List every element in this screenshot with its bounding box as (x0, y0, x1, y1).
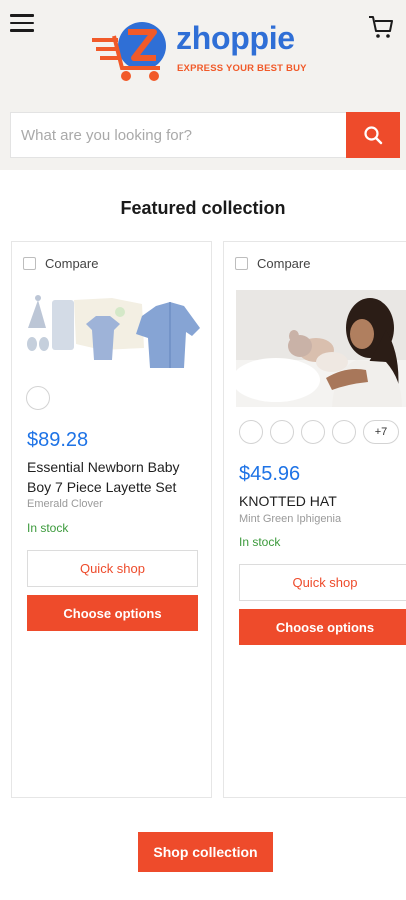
product-card: Compare $89.28 Essential Newborn Baby Bo… (11, 241, 212, 798)
product-vendor: Mint Green Iphigenia (239, 513, 342, 525)
shop-collection-button[interactable]: Shop collection (138, 832, 273, 872)
choose-options-button[interactable]: Choose options (239, 609, 406, 645)
product-image[interactable] (24, 288, 202, 378)
section-title: Featured collection (120, 198, 286, 218)
color-swatch[interactable] (26, 386, 50, 410)
logo-wordmark: zhoppie (176, 20, 295, 56)
more-swatches-button[interactable]: +7 (363, 420, 399, 444)
cart-icon[interactable] (368, 14, 394, 40)
search-button[interactable] (346, 112, 400, 158)
color-swatch[interactable] (270, 420, 294, 444)
compare-checkbox[interactable]: Compare (23, 256, 98, 271)
compare-label: Compare (45, 256, 99, 271)
product-image[interactable] (236, 290, 406, 407)
checkbox-icon[interactable] (23, 257, 36, 270)
search-bar (10, 112, 400, 158)
product-price: $89.28 (27, 429, 89, 451)
logo-cart-mark-icon (92, 22, 166, 81)
compare-checkbox[interactable]: Compare (235, 256, 310, 271)
color-swatch[interactable] (239, 420, 263, 444)
color-swatch[interactable] (332, 420, 356, 444)
logo-tagline: EXPRESS YOUR BEST BUY (177, 63, 307, 74)
compare-label: Compare (257, 256, 311, 271)
hamburger-menu-icon[interactable] (10, 14, 34, 36)
color-swatch[interactable] (301, 420, 325, 444)
product-vendor: Emerald Clover (27, 498, 103, 510)
stock-status: In stock (27, 521, 69, 535)
site-header: zhoppie EXPRESS YOUR BEST BUY (0, 0, 406, 170)
quick-shop-button[interactable]: Quick shop (239, 564, 406, 601)
quick-shop-button[interactable]: Quick shop (27, 550, 198, 587)
search-icon (364, 126, 383, 145)
product-title[interactable]: KNOTTED HAT (239, 491, 406, 511)
checkbox-icon[interactable] (235, 257, 248, 270)
product-card: Compare +7 $45.96 KNOTTED HAT Mint Green… (223, 241, 406, 798)
search-input[interactable] (11, 113, 347, 157)
product-price: $45.96 (239, 463, 301, 485)
choose-options-button[interactable]: Choose options (27, 595, 198, 631)
zhoppie-logo[interactable]: zhoppie EXPRESS YOUR BEST BUY (90, 18, 330, 88)
stock-status: In stock (239, 535, 281, 549)
product-title[interactable]: Essential Newborn Baby Boy 7 Piece Layet… (27, 457, 202, 497)
